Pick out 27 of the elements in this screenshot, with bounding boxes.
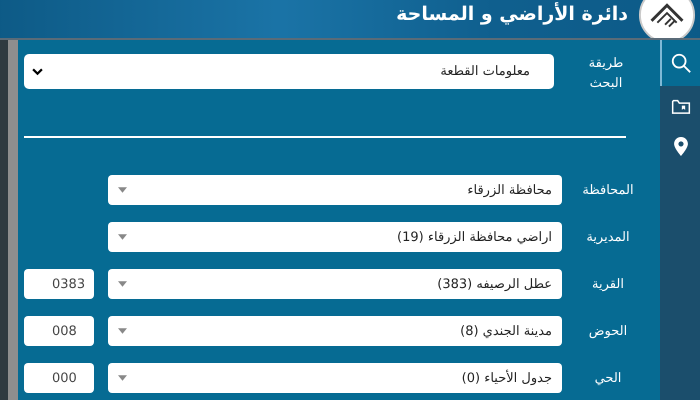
field-label: القرية (591, 276, 625, 292)
dropdown[interactable]: جدول الأحياء (0) (108, 363, 562, 393)
search-icon (670, 52, 692, 74)
field-label: طريقة البحث (588, 55, 624, 92)
code-field[interactable]: 0383 (24, 269, 94, 299)
code-field[interactable]: 008 (24, 316, 94, 346)
caret-icon (118, 187, 127, 193)
chevron-icon (32, 67, 43, 76)
caret-icon (118, 375, 127, 381)
field-label: المديرية (585, 230, 631, 244)
toolbar-tab[interactable] (660, 40, 700, 86)
search-method-dropdown[interactable]: معلومات القطعة (24, 54, 554, 89)
caret-icon (118, 234, 127, 240)
caret-icon (118, 281, 127, 287)
location-pin-icon (674, 136, 688, 156)
folder-icon (671, 98, 691, 114)
caret-icon (118, 328, 127, 334)
dropdown[interactable]: عطل الرصيفه (383) (108, 269, 562, 299)
dropdown[interactable]: مدينة الجندي (8) (108, 316, 562, 346)
site-title: دائرة الأراضي و المساحة (396, 4, 628, 24)
dropdown[interactable]: محافظة الزرقاء (108, 175, 562, 205)
field-label: الحي (594, 370, 622, 386)
scrollbar[interactable] (8, 40, 18, 400)
field-label: الحوض (588, 324, 628, 338)
dropdown[interactable]: اراضي محافظة الزرقاء (19) (108, 222, 562, 252)
code-field[interactable]: 000 (24, 363, 94, 393)
field-label: المحافظة (581, 182, 635, 198)
